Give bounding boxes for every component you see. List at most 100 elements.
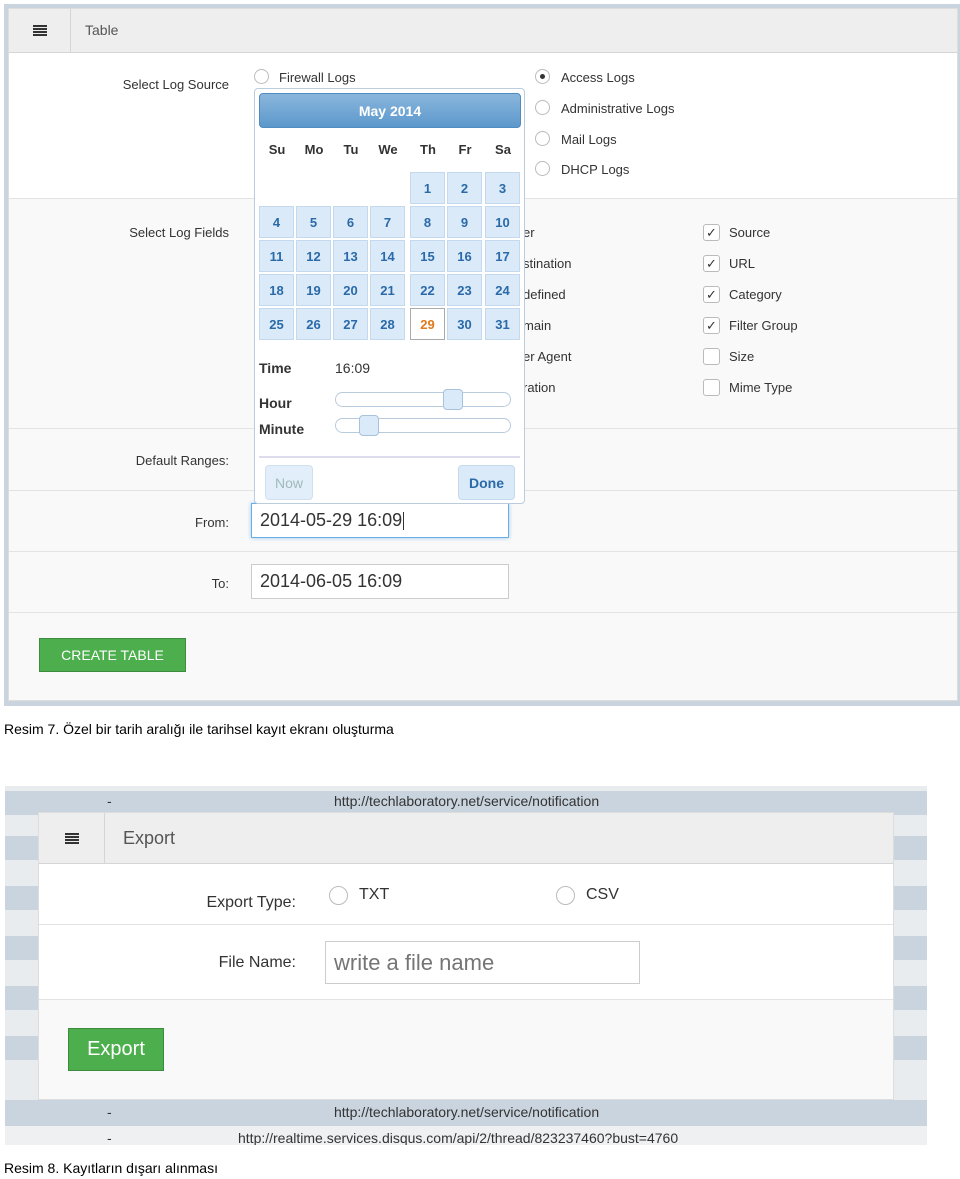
- calendar-day[interactable]: 15: [410, 240, 445, 272]
- radio-firewall-logs[interactable]: [254, 69, 269, 84]
- log-field-label: URL: [729, 256, 756, 271]
- radio-mail-logs[interactable]: [535, 131, 550, 146]
- log-field-label: Size: [729, 349, 755, 364]
- log-fields-label: Select Log Fields: [129, 225, 229, 240]
- checkbox-category[interactable]: ✓: [703, 286, 720, 303]
- calendar-day[interactable]: 23: [447, 274, 482, 306]
- figure-table-screenshot: Table Select Log Source Firewall Logs Ac…: [4, 4, 960, 706]
- from-input[interactable]: 2014-05-29 16:09: [251, 503, 509, 538]
- checkbox-size[interactable]: [703, 348, 720, 365]
- file-name-label: File Name:: [218, 954, 296, 971]
- calendar-day[interactable]: 12: [296, 240, 331, 272]
- now-button[interactable]: Now: [265, 465, 313, 500]
- export-button[interactable]: Export: [68, 1028, 164, 1071]
- cell-url: http://techlaboratory.net/service/notifi…: [334, 793, 600, 809]
- checkbox-filter-group[interactable]: ✓: [703, 317, 720, 334]
- weekday-header: Th: [420, 142, 436, 157]
- radio-dhcp-logs[interactable]: [535, 161, 550, 176]
- default-ranges-label: Default Ranges:: [135, 453, 229, 468]
- calendar-day[interactable]: 29: [410, 308, 445, 340]
- to-label: To:: [211, 576, 229, 591]
- calendar-day[interactable]: 4: [259, 206, 294, 238]
- minute-slider[interactable]: [335, 415, 511, 436]
- export-type-label: Export Type:: [206, 894, 296, 911]
- radio-access-logs[interactable]: [535, 69, 550, 84]
- time-label: Time: [259, 360, 292, 376]
- weekday-header: Fr: [458, 142, 472, 157]
- hour-slider[interactable]: [335, 389, 511, 410]
- calendar-day[interactable]: 17: [485, 240, 520, 272]
- calendar-day[interactable]: 7: [370, 206, 405, 238]
- datetime-picker: May 2014 Su Mo Tu We Th Fr Sa 1 2 3 4 5 6 7 8 9 10 11 12 13…: [254, 88, 525, 504]
- calendar-day[interactable]: 24: [485, 274, 520, 306]
- radio-txt[interactable]: [329, 886, 348, 905]
- file-name-input[interactable]: [325, 941, 640, 984]
- log-field-label: er Agent: [523, 349, 572, 364]
- calendar-day[interactable]: 31: [485, 308, 520, 340]
- calendar-day[interactable]: 8: [410, 206, 445, 238]
- calendar-day[interactable]: 18: [259, 274, 294, 306]
- option-label: TXT: [359, 886, 390, 903]
- menu-icon[interactable]: [39, 813, 105, 863]
- calendar-day[interactable]: 6: [333, 206, 368, 238]
- option-label: CSV: [586, 886, 619, 903]
- calendar-day[interactable]: 21: [370, 274, 405, 306]
- calendar-day[interactable]: 30: [447, 308, 482, 340]
- calendar-day[interactable]: 26: [296, 308, 331, 340]
- minute-label: Minute: [259, 421, 305, 437]
- log-source-label: Select Log Source: [122, 77, 229, 92]
- calendar-day[interactable]: 11: [259, 240, 294, 272]
- calendar-day[interactable]: 28: [370, 308, 405, 340]
- to-row: To: 2014-06-05 16:09: [9, 552, 957, 613]
- calendar-day[interactable]: 22: [410, 274, 445, 306]
- to-value: 2014-06-05 16:09: [260, 571, 403, 591]
- figure-export-screenshot: - http://techlaboratory.net/service/notif…: [5, 786, 927, 1145]
- export-panel: Export Export Type: TXT CSV File Name: E…: [38, 812, 894, 1100]
- figure-caption-8: Resim 8. Kayıtların dışarı alınması: [4, 1160, 218, 1176]
- done-button[interactable]: Done: [458, 465, 515, 500]
- log-field-label: Filter Group: [729, 318, 798, 333]
- text-cursor: [403, 511, 405, 530]
- to-input[interactable]: 2014-06-05 16:09: [251, 564, 509, 599]
- calendar-day[interactable]: 2: [447, 172, 482, 204]
- time-value: 16:09: [335, 360, 371, 376]
- calendar-day[interactable]: 19: [296, 274, 331, 306]
- weekday-header: Mo: [304, 142, 324, 157]
- checkbox-mime-type[interactable]: [703, 379, 720, 396]
- weekday-header: Sa: [495, 142, 511, 157]
- option-label: Access Logs: [561, 70, 635, 85]
- calendar-day[interactable]: 3: [485, 172, 520, 204]
- checkbox-url[interactable]: ✓: [703, 255, 720, 272]
- cell: -: [107, 1104, 112, 1120]
- menu-icon[interactable]: [9, 9, 71, 52]
- minute-slider-handle[interactable]: [359, 415, 380, 436]
- calendar-day[interactable]: 13: [333, 240, 368, 272]
- calendar-month-header: May 2014: [259, 93, 521, 128]
- from-label: From:: [195, 515, 229, 530]
- calendar-day[interactable]: 27: [333, 308, 368, 340]
- cell-url: http://techlaboratory.net/service/notifi…: [334, 1104, 600, 1120]
- calendar-day[interactable]: 10: [485, 206, 520, 238]
- create-table-button[interactable]: CREATE TABLE: [39, 638, 186, 672]
- calendar-day[interactable]: 20: [333, 274, 368, 306]
- figure-caption-7: Resim 7. Özel bir tarih aralığı ile tari…: [4, 721, 394, 737]
- calendar-day[interactable]: 16: [447, 240, 482, 272]
- panel-title: Table: [85, 22, 119, 38]
- log-field-label: Source: [729, 225, 771, 240]
- calendar-day[interactable]: 25: [259, 308, 294, 340]
- checkbox-source[interactable]: ✓: [703, 224, 720, 241]
- cell: -: [107, 793, 112, 809]
- radio-administrative-logs[interactable]: [535, 100, 550, 115]
- calendar-day[interactable]: 5: [296, 206, 331, 238]
- calendar-day[interactable]: 14: [370, 240, 405, 272]
- cell-url: http://realtime.services.disqus.com/api/…: [238, 1130, 679, 1145]
- panel-header: Export: [39, 813, 893, 864]
- calendar-day[interactable]: 9: [447, 206, 482, 238]
- radio-csv[interactable]: [556, 886, 575, 905]
- option-label: DHCP Logs: [561, 162, 630, 177]
- option-label: Firewall Logs: [279, 70, 356, 85]
- hour-slider-handle[interactable]: [443, 389, 464, 410]
- weekday-header: Tu: [343, 142, 359, 157]
- calendar-day[interactable]: 1: [410, 172, 445, 204]
- background-table-row: - http://techlaboratory.net/service/notif…: [5, 1100, 927, 1126]
